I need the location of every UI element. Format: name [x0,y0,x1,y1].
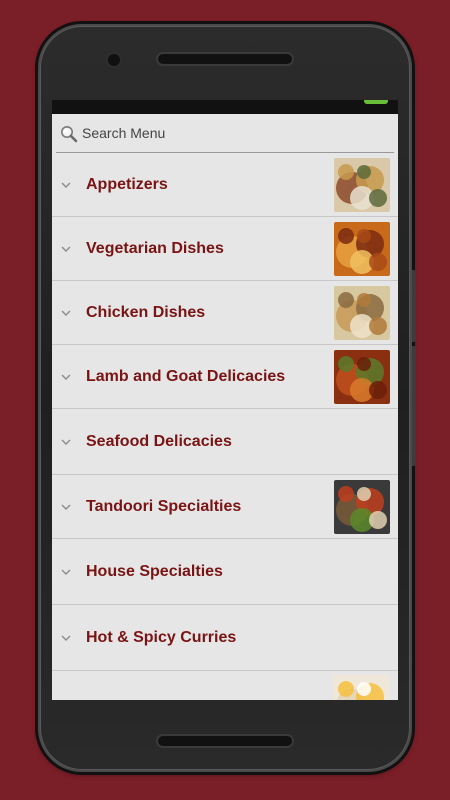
menu-category-label: Vegetarian Dishes [86,240,224,257]
menu-category-item[interactable]: Tandoori Specialties [52,475,398,539]
menu-category-label: Appetizers [86,176,168,193]
search-bar[interactable] [56,114,394,153]
chevron-down-icon [61,182,71,188]
volume-button [412,346,416,466]
menu-category-item[interactable]: Vegetarian Dishes [52,217,398,281]
menu-category-item[interactable]: Appetizers [52,153,398,217]
dish-thumbnail-image [334,675,390,700]
dish-thumbnail-image [334,350,390,404]
earpiece-speaker [158,54,292,64]
status-bar [52,100,398,114]
dish-thumbnail-image [334,222,390,276]
chevron-down-icon [61,310,71,316]
menu-category-item[interactable]: Chicken Dishes [52,281,398,345]
chevron-down-icon [61,569,71,575]
battery-indicator [364,100,388,104]
chevron-down-icon [61,635,71,641]
menu-category-item[interactable]: Seafood Delicacies [52,409,398,475]
menu-category-label: Seafood Delicacies [86,433,232,450]
search-icon [61,126,78,143]
bottom-speaker [158,736,292,746]
dish-thumbnail-image [334,286,390,340]
dish-thumbnail-image [334,480,390,534]
app-screen: Appetizers Vegetarian Dishes Chicken Dishe… [52,100,398,700]
chevron-down-icon [61,374,71,380]
menu-category-label: Tandoori Specialties [86,498,242,515]
front-camera [108,54,120,66]
menu-category-label: Chicken Dishes [86,304,206,321]
menu-category-label: Lamb and Goat Delicacies [86,368,286,385]
search-input[interactable] [82,122,390,144]
chevron-down-icon [61,504,71,510]
menu-category-item[interactable]: Hot & Spicy Curries [52,605,398,671]
menu-category-label: Hot & Spicy Curries [86,629,237,646]
menu-category-item[interactable] [52,671,398,700]
chevron-down-icon [61,439,71,445]
menu-category-item[interactable]: Lamb and Goat Delicacies [52,345,398,409]
menu-category-item[interactable]: House Specialties [52,539,398,605]
dish-thumbnail-image [334,158,390,212]
menu-category-label: House Specialties [86,563,223,580]
chevron-down-icon [61,246,71,252]
power-button [412,270,416,342]
